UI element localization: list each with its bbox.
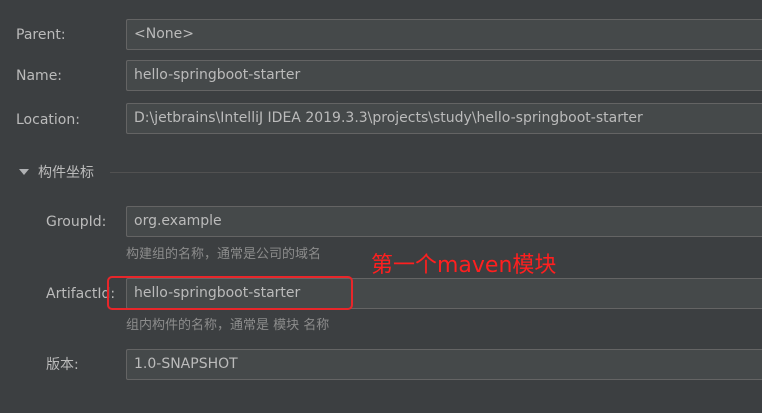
group-id-label: GroupId: [46, 214, 107, 230]
artifact-coordinates-toggle[interactable]: 构件坐标 [16, 162, 94, 182]
triangle-down-icon [19, 169, 29, 175]
annotation-text: 第一个maven模块 [371, 253, 557, 278]
version-label: 版本: [46, 357, 79, 373]
name-input[interactable]: hello-springboot-starter [126, 60, 762, 91]
group-id-hint: 构建组的名称，通常是公司的域名 [126, 247, 322, 262]
name-label: Name: [16, 68, 63, 84]
annotation-highlight-box [107, 276, 353, 310]
parent-select[interactable]: <None> [126, 19, 762, 50]
parent-label: Parent: [16, 27, 66, 43]
location-label: Location: [16, 112, 80, 128]
section-divider [110, 172, 762, 173]
location-input[interactable]: D:\jetbrains\IntelliJ IDEA 2019.3.3\proj… [126, 103, 762, 134]
artifact-id-label: ArtifactId: [46, 286, 116, 302]
group-id-input[interactable]: org.example [126, 206, 762, 237]
section-title: 构件坐标 [38, 165, 94, 181]
artifact-id-hint: 组内构件的名称，通常是 模块 名称 [126, 318, 330, 333]
version-input[interactable]: 1.0-SNAPSHOT [126, 349, 762, 380]
